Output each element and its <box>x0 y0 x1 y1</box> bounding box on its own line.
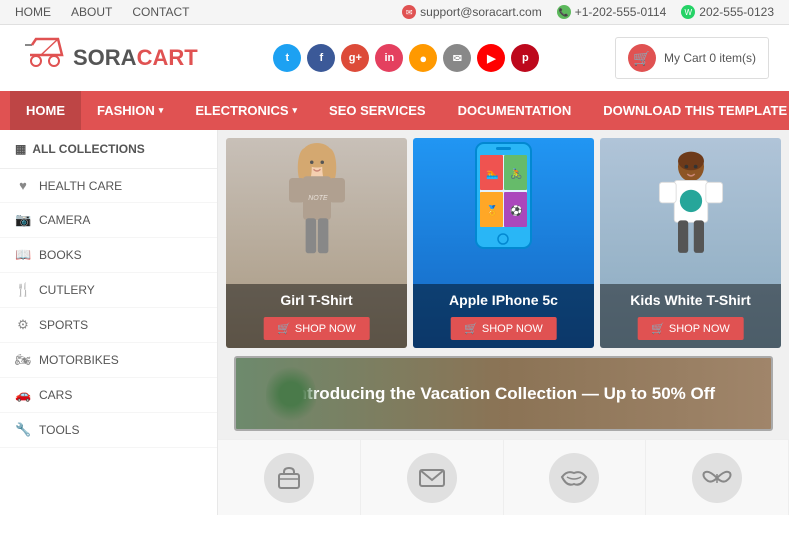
svg-text:⚽: ⚽ <box>509 204 522 217</box>
nav-bar: HOME FASHION ▾ ELECTRONICS ▾ SEO SERVICE… <box>0 91 789 130</box>
fashion-dropdown-arrow: ▾ <box>159 105 164 116</box>
gplus-button[interactable]: g+ <box>341 44 369 72</box>
banner-image-girl: NOTE <box>226 138 407 288</box>
nav-about[interactable]: ABOUT <box>71 5 112 19</box>
banner-image-kid <box>600 138 781 288</box>
svg-text:NOTE: NOTE <box>308 195 328 202</box>
cart-label: My Cart 0 item(s) <box>664 51 756 65</box>
banner-card-iphone: 🏊 🚴 🏅 ⚽ Apple IPhone 5c 🛒 SHOP NOW <box>413 138 594 348</box>
motorbike-icon: 🏍 <box>15 352 31 368</box>
svg-text:🏊: 🏊 <box>486 169 498 180</box>
bottom-icon-lips[interactable] <box>504 440 647 515</box>
car-icon: 🚗 <box>15 387 31 403</box>
nav-documentation[interactable]: DOCUMENTATION <box>442 91 588 130</box>
sidebar-item-sports[interactable]: ⚙ SPORTS <box>0 308 217 343</box>
top-nav-links: HOME ABOUT CONTACT <box>15 5 189 19</box>
youtube-button[interactable]: ▶ <box>477 44 505 72</box>
banner-card-kid: Kids White T-Shirt 🛒 SHOP NOW <box>600 138 781 348</box>
nav-home[interactable]: HOME <box>10 91 81 130</box>
vacation-banner-wrap: Introducing the Vacation Collection — Up… <box>218 356 789 439</box>
shop-now-kid[interactable]: 🛒 SHOP NOW <box>637 317 744 340</box>
nav-fashion[interactable]: FASHION ▾ <box>81 91 179 130</box>
email-icon: ✉ <box>402 5 416 19</box>
contact-info: ✉ support@soracart.com 📞 +1-202-555-0114… <box>402 5 774 19</box>
svg-text:🏅: 🏅 <box>486 204 498 217</box>
twitter-button[interactable]: t <box>273 44 301 72</box>
sidebar-header: ▦ ALL COLLECTIONS <box>0 130 217 169</box>
instagram-button[interactable]: in <box>375 44 403 72</box>
camera-icon: 📷 <box>15 212 31 228</box>
lips-icon <box>549 453 599 503</box>
cutlery-icon: 🍴 <box>15 282 31 298</box>
sidebar-item-camera[interactable]: 📷 CAMERA <box>0 203 217 238</box>
heart-icon: ♥ <box>15 178 31 193</box>
cart-button[interactable]: 🛒 My Cart 0 item(s) <box>615 37 769 79</box>
bottom-icons <box>218 439 789 515</box>
sidebar-item-healthcare[interactable]: ♥ HEALTH CARE <box>0 169 217 203</box>
rss-button[interactable]: ● <box>409 44 437 72</box>
electronics-dropdown-arrow: ▾ <box>293 105 298 116</box>
bottom-icon-envelope[interactable] <box>361 440 504 515</box>
nav-home[interactable]: HOME <box>15 5 51 19</box>
sidebar-item-cutlery[interactable]: 🍴 CUTLERY <box>0 273 217 308</box>
content-area: NOTE Girl T-Shirt 🛒 SHOP NOW <box>218 130 789 515</box>
phone-number: 📞 +1-202-555-0114 <box>557 5 667 19</box>
bottom-icon-butterfly[interactable] <box>646 440 789 515</box>
shop-now-iphone[interactable]: 🛒 SHOP NOW <box>450 317 557 340</box>
nav-download[interactable]: DOWNLOAD THIS TEMPLATE <box>587 91 789 130</box>
bag-icon <box>264 453 314 503</box>
banner-card-girl: NOTE Girl T-Shirt 🛒 SHOP NOW <box>226 138 407 348</box>
logo: SORACART <box>20 37 198 79</box>
svg-text:🚴: 🚴 <box>510 167 522 180</box>
logo-icon <box>20 37 65 79</box>
mail-button[interactable]: ✉ <box>443 44 471 72</box>
header: SORACART t f g+ in ● ✉ ▶ p 🛒 My Cart 0 i… <box>0 25 789 91</box>
nav-contact[interactable]: CONTACT <box>132 5 189 19</box>
nav-seo[interactable]: SEO SERVICES <box>313 91 442 130</box>
whatsapp-icon: W <box>681 5 695 19</box>
vacation-text: Introducing the Vacation Collection — Up… <box>292 384 715 404</box>
envelope-icon <box>407 453 457 503</box>
nav-electronics[interactable]: ELECTRONICS ▾ <box>179 91 313 130</box>
sidebar-item-books[interactable]: 📖 BOOKS <box>0 238 217 273</box>
social-icons: t f g+ in ● ✉ ▶ p <box>273 44 539 72</box>
main-content: ▦ ALL COLLECTIONS ♥ HEALTH CARE 📷 CAMERA… <box>0 130 789 515</box>
top-bar: HOME ABOUT CONTACT ✉ support@soracart.co… <box>0 0 789 25</box>
whatsapp-number: W 202-555-0123 <box>681 5 774 19</box>
tools-icon: 🔧 <box>15 422 31 438</box>
books-icon: 📖 <box>15 247 31 263</box>
sports-icon: ⚙ <box>15 317 31 333</box>
banner-title-iphone: Apple IPhone 5c <box>423 292 584 308</box>
facebook-button[interactable]: f <box>307 44 335 72</box>
banner-area: NOTE Girl T-Shirt 🛒 SHOP NOW <box>218 130 789 356</box>
vacation-banner: Introducing the Vacation Collection — Up… <box>234 356 773 431</box>
phone-icon: 📞 <box>557 5 571 19</box>
shop-now-girl[interactable]: 🛒 SHOP NOW <box>263 317 370 340</box>
sidebar: ▦ ALL COLLECTIONS ♥ HEALTH CARE 📷 CAMERA… <box>0 130 218 515</box>
sidebar-item-tools[interactable]: 🔧 TOOLS <box>0 413 217 448</box>
sidebar-item-cars[interactable]: 🚗 CARS <box>0 378 217 413</box>
vacation-deco <box>266 364 316 424</box>
bottom-icon-bag[interactable] <box>218 440 361 515</box>
butterfly-icon <box>692 453 742 503</box>
support-email: ✉ support@soracart.com <box>402 5 542 19</box>
banner-image-iphone: 🏊 🚴 🏅 ⚽ <box>413 138 594 288</box>
banner-title-girl: Girl T-Shirt <box>236 292 397 308</box>
sidebar-item-motorbikes[interactable]: 🏍 MOTORBIKES <box>0 343 217 378</box>
grid-icon: ▦ <box>15 142 26 156</box>
pinterest-button[interactable]: p <box>511 44 539 72</box>
banner-title-kid: Kids White T-Shirt <box>610 292 771 308</box>
cart-icon: 🛒 <box>628 44 656 72</box>
logo-text: SORACART <box>73 45 198 71</box>
